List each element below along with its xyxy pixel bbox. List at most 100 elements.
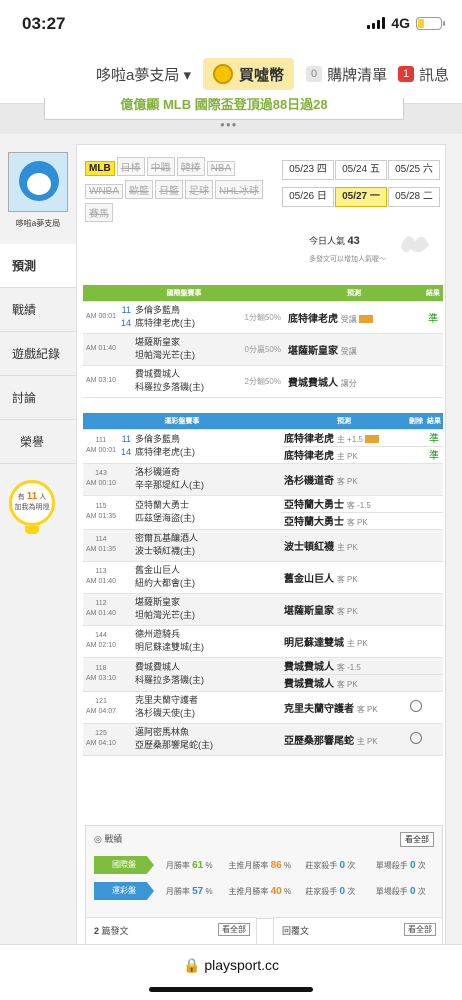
local-row: 118 AM 03:10 費城費城人 科羅拉多落磯(主) 費城費城人 客 -1.5	[83, 657, 444, 692]
result	[423, 365, 443, 398]
delete-cell	[407, 446, 426, 464]
home-indicator[interactable]	[149, 987, 313, 992]
delete-cell	[407, 593, 426, 626]
game-id-time: 111 AM 00:01	[83, 429, 119, 464]
matchup: 克里夫蘭守護者 洛杉磯天使(主)	[135, 691, 282, 724]
pick-spread: 主 PK	[356, 736, 378, 746]
avatar[interactable]	[8, 152, 68, 212]
delete-cell[interactable]	[407, 723, 426, 756]
metric-label: 主推月勝率	[228, 860, 269, 870]
metric-label: 單場殺手	[375, 886, 408, 896]
pick-spread: 主 PK	[336, 452, 358, 461]
date-tab[interactable]: 05/26 日	[282, 187, 334, 207]
message-count: 1	[398, 66, 415, 82]
delete-cell[interactable]	[407, 691, 426, 724]
pick-type: 受讓	[340, 346, 357, 356]
date-tab[interactable]: 05/24 五	[335, 160, 387, 180]
team-away: 堪薩斯皇家	[135, 337, 181, 347]
intl-table: 國際盤賽事 預測 結果 AM 00:01 11 14 多倫多藍鳥 底特律老虎(主) 1分輸…	[83, 285, 443, 398]
league-tab[interactable]: 足球	[185, 180, 213, 199]
game-id: 112	[95, 600, 107, 607]
league-tab[interactable]: NHL冰球	[215, 180, 264, 199]
signal-icon	[367, 17, 386, 29]
date-tab[interactable]: 05/27 一	[335, 187, 387, 207]
popularity-label: 今日人氣	[309, 236, 346, 246]
matchup: 亞特蘭大勇士 匹茲堡海盜(主)	[135, 495, 282, 530]
pick: 亞特蘭大勇士 客 PK	[281, 512, 408, 530]
lock-icon: 🔒	[182, 957, 201, 973]
pick: 堪薩斯皇家 受讓	[285, 333, 423, 366]
bulb-prefix: 有	[17, 494, 25, 501]
team-numbers	[119, 723, 135, 756]
posts-view-all-button[interactable]: 看全部	[218, 923, 250, 936]
delete-circle-icon[interactable]	[410, 699, 423, 712]
league-tab[interactable]: 日籃	[155, 180, 183, 199]
date-tab[interactable]: 05/28 二	[388, 187, 440, 207]
team-numbers	[119, 529, 135, 562]
local-row: 111 AM 00:01 11 14 多倫多藍鳥 底特律老虎(主) 底特律老虎 主 +1.5…	[83, 429, 444, 464]
matchup: 多倫多藍鳥 底特律老虎(主)	[135, 301, 231, 334]
nav-game-history[interactable]: 遊戲紀錄	[0, 332, 76, 376]
team-home: 底特律老虎(主)	[135, 318, 195, 328]
league-tab[interactable]: 歐籃	[125, 180, 153, 199]
nav-record[interactable]: 戰績	[0, 288, 76, 332]
game-id: 111	[95, 437, 107, 444]
pick-team: 舊金山巨人	[284, 573, 335, 585]
nav-predict[interactable]: 預測	[0, 244, 80, 288]
team-numbers	[119, 593, 135, 626]
stat-row: 運彩盤 月勝率 57 % 主推月勝率 40 % 莊家殺手 0 次 單場殺手 0 次	[94, 882, 436, 900]
matchup: 堪薩斯皇家 坦帕灣光芒(主)	[135, 593, 282, 626]
delete-cell	[407, 529, 426, 562]
result: 準	[425, 429, 444, 447]
nav-discussion[interactable]: 討論	[0, 376, 76, 420]
team-away: 費城費城人	[135, 662, 181, 672]
delete-cell	[407, 625, 426, 658]
pick-spread: 客 PK	[336, 574, 358, 584]
intl-header-pick: 預測	[285, 285, 423, 302]
replies-view-all-button[interactable]: 看全部	[404, 923, 436, 936]
league-tab[interactable]: 賽馬	[85, 203, 113, 222]
record-view-all-button[interactable]: 看全部	[400, 832, 434, 847]
date-tab[interactable]: 05/23 四	[282, 160, 334, 180]
odds: 2分輸50%	[231, 365, 285, 398]
pick-spread: 客 PK	[356, 704, 378, 714]
result	[425, 529, 444, 562]
buy-coin-button[interactable]: 買噓幣	[203, 58, 295, 90]
browser-url-bar[interactable]: 🔒 playsport.cc	[0, 944, 462, 1000]
game-time: AM 01:40	[86, 610, 116, 617]
league-tab[interactable]: NBA	[206, 161, 236, 176]
result	[425, 463, 444, 496]
team-home: 科羅拉多落磯(主)	[135, 382, 204, 392]
pick-team: 費城費城人	[288, 377, 338, 389]
league-tab[interactable]: MLB	[85, 161, 115, 176]
pick-team: 底特律老虎	[284, 451, 335, 462]
away-number: 14	[120, 318, 131, 328]
league-tab[interactable]: 中職	[146, 157, 175, 176]
promo-banner[interactable]: 億億顯 MLB 國際盃登頂過88日過28 ●●●	[0, 98, 462, 134]
team-home: 科羅拉多落磯(主)	[135, 675, 204, 685]
team-away: 邁阿密馬林魚	[135, 727, 190, 737]
branch-dropdown[interactable]: 哆啦a夢支局 ▾	[96, 58, 191, 90]
delete-circle-icon[interactable]	[410, 731, 423, 744]
messages-button[interactable]: 1 訊息	[398, 58, 449, 90]
date-tab[interactable]: 05/25 六	[388, 160, 440, 180]
result	[425, 495, 444, 513]
league-tab[interactable]: 韓棒	[176, 157, 205, 176]
nav-honor[interactable]: 榮譽	[0, 420, 76, 464]
lightbulb-badge[interactable]: 有 11 人加我為明燈	[6, 480, 58, 534]
metric-label: 主推月勝率	[228, 886, 269, 896]
game-time: AM 01:35	[86, 513, 116, 520]
league-tab[interactable]: 日棒	[116, 157, 145, 176]
cart-button[interactable]: 0 購牌清單	[306, 58, 387, 90]
pick-team: 堪薩斯皇家	[284, 605, 335, 617]
team-home: 明尼蘇達雙城(主)	[135, 642, 204, 652]
team-away: 洛杉磯道奇	[135, 467, 181, 477]
game-id: 125	[95, 730, 107, 737]
posts-count: 2	[94, 926, 100, 936]
league-tab[interactable]: WNBA	[85, 184, 123, 199]
local-row: 144 AM 02:10 德州遊騎兵 明尼蘇達雙城(主) 明尼蘇達雙城 主 PK	[83, 625, 444, 658]
pick-team: 底特律老虎	[284, 434, 335, 445]
team-home: 坦帕灣光芒(主)	[135, 610, 195, 620]
pick: 明尼蘇達雙城 主 PK	[281, 625, 408, 658]
banner-text: 億億顯 MLB 國際盃登頂過88日過28	[44, 98, 404, 120]
